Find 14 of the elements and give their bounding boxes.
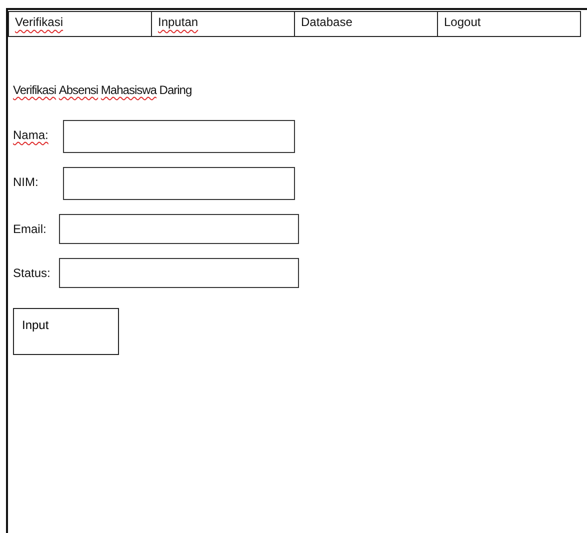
field-label: NIM: (13, 175, 38, 191)
nav-tab[interactable]: Database (295, 12, 438, 36)
input-field[interactable] (63, 120, 295, 153)
field-label: Status: (13, 266, 50, 282)
input-button[interactable]: Input (13, 308, 119, 355)
input-field[interactable] (59, 214, 299, 244)
input-field[interactable] (59, 258, 299, 288)
input-field[interactable] (63, 167, 295, 200)
field-label: Nama: (13, 128, 48, 144)
field-label: Email: (13, 222, 46, 238)
nav-tab[interactable]: Logout (438, 12, 580, 36)
page-heading: Verifikasi Absensi Mahasiswa Daring (13, 83, 192, 99)
nav-tab[interactable]: Verifikasi (9, 12, 152, 36)
nav-tab[interactable]: Inputan (152, 12, 295, 36)
